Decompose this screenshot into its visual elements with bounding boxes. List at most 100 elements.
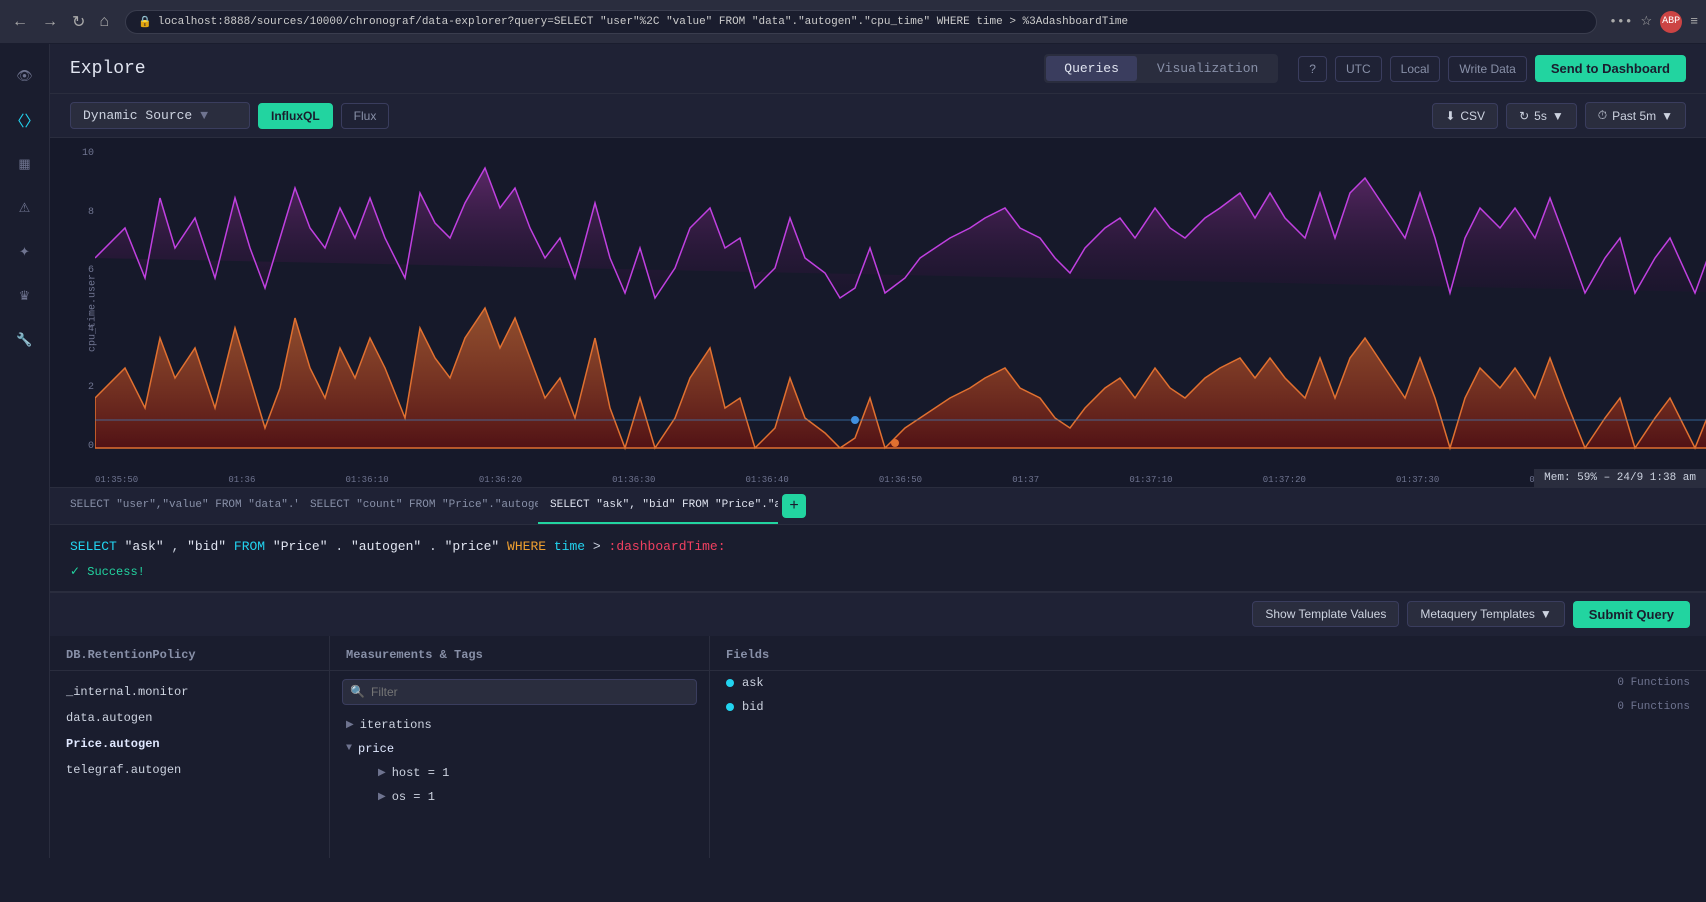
query-builder-section: Show Template Values Metaquery Templates…: [50, 592, 1706, 858]
send-to-dashboard-button[interactable]: Send to Dashboard: [1535, 55, 1686, 82]
source-select[interactable]: Dynamic Source ▼: [70, 102, 250, 129]
sidebar-item-dashboards[interactable]: ▦: [5, 144, 45, 184]
tag-os[interactable]: ▶ os = 1: [362, 785, 709, 809]
flux-button[interactable]: Flux: [341, 103, 390, 129]
lock-icon: 🔒: [138, 15, 152, 29]
menu-button[interactable]: ≡: [1690, 14, 1698, 29]
page-title: Explore: [70, 59, 146, 79]
tab-visualization[interactable]: Visualization: [1139, 56, 1276, 81]
download-icon: ⬇: [1445, 109, 1455, 123]
tab-queries[interactable]: Queries: [1046, 56, 1137, 81]
show-template-button[interactable]: Show Template Values: [1252, 601, 1399, 627]
fields-section: Fields ask 0 Functions bid 0 Functions: [710, 636, 1706, 858]
measurements-list: ▶ iterations ▼ price ▶ host = 1 ▶: [330, 713, 709, 809]
field-ask[interactable]: ask 0 Functions: [710, 671, 1706, 695]
kapacitor-icon: ✦: [19, 245, 30, 260]
help-button[interactable]: ?: [1298, 56, 1327, 82]
fields-header: Fields: [710, 636, 1706, 671]
fields-list: ask 0 Functions bid 0 Functions: [710, 671, 1706, 719]
menu-dots[interactable]: •••: [1609, 14, 1632, 29]
eye-icon: 👁: [16, 69, 33, 84]
local-button[interactable]: Local: [1390, 56, 1441, 82]
submit-query-button[interactable]: Submit Query: [1573, 601, 1690, 628]
filter-wrap: 🔍: [330, 671, 709, 713]
field-bid[interactable]: bid 0 Functions: [710, 695, 1706, 719]
measurements-header: Measurements & Tags: [330, 636, 709, 671]
write-data-button[interactable]: Write Data: [1448, 56, 1526, 82]
db-header: DB.RetentionPolicy: [50, 636, 329, 671]
dashboards-icon: ▦: [18, 157, 30, 172]
refresh-chevron-icon: ▼: [1552, 109, 1564, 123]
sidebar-item-settings[interactable]: 🔧: [5, 320, 45, 360]
measurements-section: Measurements & Tags 🔍 ▶ iterations ▼ pri…: [330, 636, 710, 858]
db-list: _internal.monitor data.autogen Price.aut…: [50, 671, 329, 791]
measurement-iterations[interactable]: ▶ iterations: [330, 713, 709, 737]
toolbar-right: ⬇ CSV ↻ 5s ▼ ⏱ Past 5m ▼: [1432, 102, 1686, 129]
add-query-button[interactable]: +: [782, 494, 806, 518]
timerange-button[interactable]: ⏱ Past 5m ▼: [1585, 102, 1686, 129]
clock-icon: ⏱: [1598, 108, 1607, 123]
csv-button[interactable]: ⬇ CSV: [1432, 103, 1498, 129]
chart-x-axis: 01:35:50 01:36 01:36:10 01:36:20 01:36:3…: [95, 475, 1706, 485]
forward-button[interactable]: →: [38, 9, 62, 35]
refresh-button[interactable]: ↻: [68, 8, 89, 36]
alerts-icon: ⚠: [19, 201, 31, 216]
url-bar[interactable]: 🔒 localhost:8888/sources/10000/chronogra…: [125, 10, 1597, 34]
admin-icon: ♛: [19, 289, 31, 304]
sidebar-item-eye[interactable]: 👁: [5, 56, 45, 96]
sidebar-item-data-explorer[interactable]: 〈〉: [5, 100, 45, 140]
influxql-button[interactable]: InfluxQL: [258, 103, 333, 129]
sidebar-item-admin[interactable]: ♛: [5, 276, 45, 316]
bookmark-icon[interactable]: ☆: [1641, 14, 1653, 29]
metaquery-templates-button[interactable]: Metaquery Templates ▼: [1407, 601, 1564, 627]
home-button[interactable]: ⌂: [95, 9, 113, 35]
url-text: localhost:8888/sources/10000/chronograf/…: [158, 16, 1128, 28]
refresh-interval-button[interactable]: ↻ 5s ▼: [1506, 103, 1577, 129]
db-item-2[interactable]: Price.autogen: [50, 731, 329, 757]
tag-host[interactable]: ▶ host = 1: [362, 761, 709, 785]
utc-button[interactable]: UTC: [1335, 56, 1382, 82]
query-text: SELECT "ask" , "bid" FROM "Price" . "aut…: [70, 537, 1686, 558]
settings-icon: 🔧: [16, 333, 32, 348]
data-explorer-icon: 〈〉: [9, 110, 39, 131]
db-item-3[interactable]: telegraf.autogen: [50, 757, 329, 783]
user-icon[interactable]: ABP: [1660, 11, 1682, 33]
chevron-down-icon: ▼: [346, 743, 352, 754]
source-chevron-icon: ▼: [200, 108, 208, 123]
filter-icon: 🔍: [350, 684, 365, 699]
chevron-right-icon: ▶: [346, 719, 354, 731]
db-item-1[interactable]: data.autogen: [50, 705, 329, 731]
chart-area: cpu_time.user 10 8 6 4 2 0: [50, 138, 1706, 488]
query-tab-1[interactable]: SELECT "count" FROM "Price"."autogen"."i…: [298, 488, 538, 524]
back-button[interactable]: ←: [8, 9, 32, 35]
chart-svg: [95, 138, 1706, 462]
metaquery-chevron-icon: ▼: [1540, 607, 1552, 621]
field-bid-functions: 0 Functions: [1617, 701, 1690, 713]
app-header: Explore Queries Visualization ? UTC Loca…: [50, 44, 1706, 94]
success-message: ✓ Success!: [70, 564, 1686, 579]
browser-actions: ••• ☆ ABP ≡: [1609, 11, 1698, 33]
source-label: Dynamic Source: [83, 108, 192, 123]
query-tab-2[interactable]: SELECT "ask", "bid" FROM "Price"."autoge…: [538, 488, 778, 524]
query-tab-0[interactable]: SELECT "user","value" FROM "data"."autog…: [58, 488, 298, 524]
sidebar-item-alerts[interactable]: ⚠: [5, 188, 45, 228]
header-tabs: Queries Visualization: [1044, 54, 1278, 83]
chart-status-bar: Mem: 59% – 24/9 1:38 am: [1534, 469, 1706, 487]
refresh-icon: ↻: [1519, 109, 1529, 123]
tag-host-chevron-icon: ▶: [378, 767, 386, 779]
sidebar: 👁 〈〉 ▦ ⚠ ✦ ♛ 🔧: [0, 0, 50, 858]
field-ask-functions: 0 Functions: [1617, 677, 1690, 689]
measurement-price[interactable]: ▼ price: [330, 737, 709, 761]
bottom-actions: Show Template Values Metaquery Templates…: [50, 592, 1706, 636]
measurement-sub-list: ▶ host = 1 ▶ os = 1: [330, 761, 709, 809]
db-item-0[interactable]: _internal.monitor: [50, 679, 329, 705]
measurements-filter[interactable]: [342, 679, 697, 705]
query-builder: DB.RetentionPolicy _internal.monitor dat…: [50, 636, 1706, 858]
toolbar: Dynamic Source ▼ InfluxQL Flux ⬇ CSV ↻ 5…: [50, 94, 1706, 138]
timerange-chevron-icon: ▼: [1661, 109, 1673, 123]
query-tabs-bar: SELECT "user","value" FROM "data"."autog…: [50, 488, 1706, 525]
field-dot-ask: [726, 679, 734, 687]
main: Explore Queries Visualization ? UTC Loca…: [50, 44, 1706, 858]
sidebar-item-kapacitor[interactable]: ✦: [5, 232, 45, 272]
field-dot-bid: [726, 703, 734, 711]
